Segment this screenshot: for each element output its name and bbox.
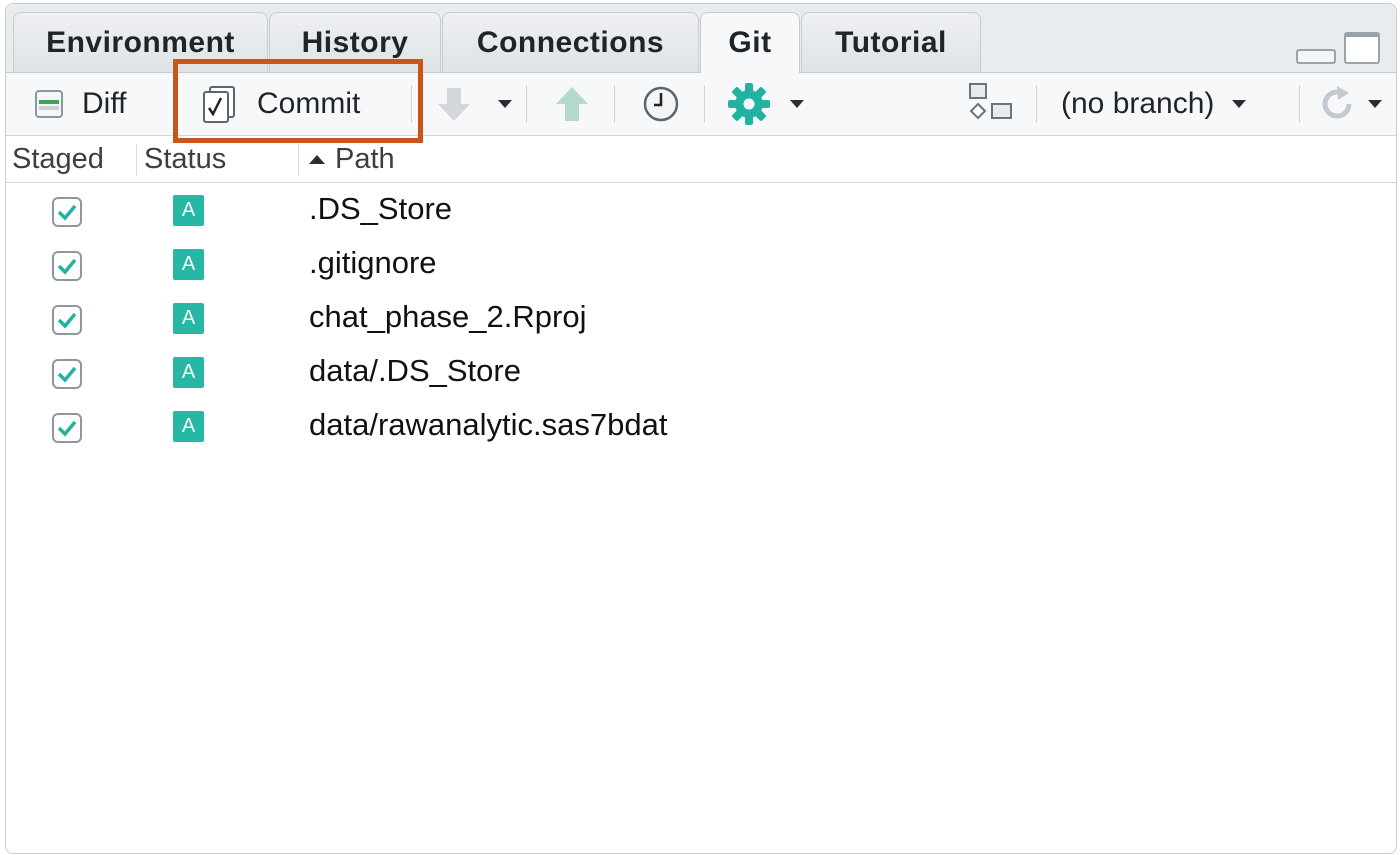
staged-checkbox[interactable] (52, 197, 82, 227)
more-git-options-button[interactable] (726, 73, 804, 135)
up-arrow-icon (556, 87, 588, 121)
push-button[interactable] (552, 73, 592, 135)
status-badge-added: A (173, 303, 204, 334)
file-path[interactable]: data/rawanalytic.sas7bdat (309, 407, 667, 443)
checkmark-icon (57, 312, 77, 329)
new-branch-button[interactable] (968, 73, 1014, 135)
tab-git[interactable]: Git (700, 12, 800, 73)
toolbar-separator (1036, 85, 1037, 123)
tab-tutorial[interactable]: Tutorial (801, 12, 981, 72)
branch-icon (969, 83, 1012, 120)
status-badge-added: A (173, 249, 204, 280)
column-divider (298, 144, 299, 176)
branch-dropdown[interactable]: (no branch) (1061, 73, 1247, 135)
status-badge-added: A (173, 195, 204, 226)
staged-checkbox[interactable] (52, 251, 82, 281)
window-controls (1296, 32, 1380, 64)
status-badge-added: A (173, 411, 204, 442)
checkmark-icon (57, 420, 77, 437)
git-pane: Environment History Connections Git Tuto… (5, 3, 1397, 854)
column-header-path-label: Path (335, 142, 395, 175)
chevron-down-icon (498, 100, 512, 108)
pull-button[interactable] (434, 73, 474, 135)
file-row[interactable]: A data/rawanalytic.sas7bdat (6, 400, 1396, 454)
file-row[interactable]: A .gitignore (6, 238, 1396, 292)
file-path[interactable]: chat_phase_2.Rproj (309, 299, 586, 335)
column-divider (136, 144, 137, 176)
toolbar-separator (704, 85, 705, 123)
chevron-down-icon (1368, 100, 1382, 108)
chevron-down-icon (1232, 100, 1247, 108)
maximize-pane-icon[interactable] (1344, 32, 1380, 64)
toolbar-separator (1299, 85, 1300, 123)
down-arrow-icon (438, 88, 470, 121)
diff-label: Diff (82, 87, 127, 120)
chevron-down-icon (790, 100, 804, 108)
file-row[interactable]: A data/.DS_Store (6, 346, 1396, 400)
tab-connections[interactable]: Connections (442, 12, 699, 72)
staged-checkbox[interactable] (52, 359, 82, 389)
toolbar-separator (526, 85, 527, 123)
file-row[interactable]: A .DS_Store (6, 184, 1396, 238)
file-list-header: Staged Status Path (6, 136, 1396, 183)
branch-label: (no branch) (1061, 87, 1215, 120)
file-list: A .DS_Store A .gitignore A chat_phase_2.… (6, 184, 1396, 454)
refresh-button[interactable] (1316, 73, 1382, 135)
commit-highlight-box (173, 59, 423, 143)
column-header-staged[interactable]: Staged (12, 136, 104, 182)
minimize-pane-icon[interactable] (1296, 49, 1336, 64)
file-path[interactable]: .DS_Store (309, 191, 452, 227)
sort-ascending-icon (309, 154, 325, 164)
pull-options-dropdown[interactable] (498, 73, 512, 135)
checkmark-icon (57, 258, 77, 275)
diff-button[interactable]: Diff (32, 73, 126, 135)
file-path[interactable]: data/.DS_Store (309, 353, 521, 389)
file-row[interactable]: A chat_phase_2.Rproj (6, 292, 1396, 346)
checkmark-icon (57, 204, 77, 221)
refresh-icon (1322, 86, 1352, 119)
staged-checkbox[interactable] (52, 413, 82, 443)
checkmark-icon (57, 366, 77, 383)
gear-icon (728, 83, 770, 125)
status-badge-added: A (173, 357, 204, 388)
toolbar-separator (614, 85, 615, 123)
staged-checkbox[interactable] (52, 305, 82, 335)
history-button[interactable] (641, 73, 681, 135)
diff-icon (35, 90, 63, 118)
clock-icon (643, 86, 679, 122)
file-path[interactable]: .gitignore (309, 245, 437, 281)
